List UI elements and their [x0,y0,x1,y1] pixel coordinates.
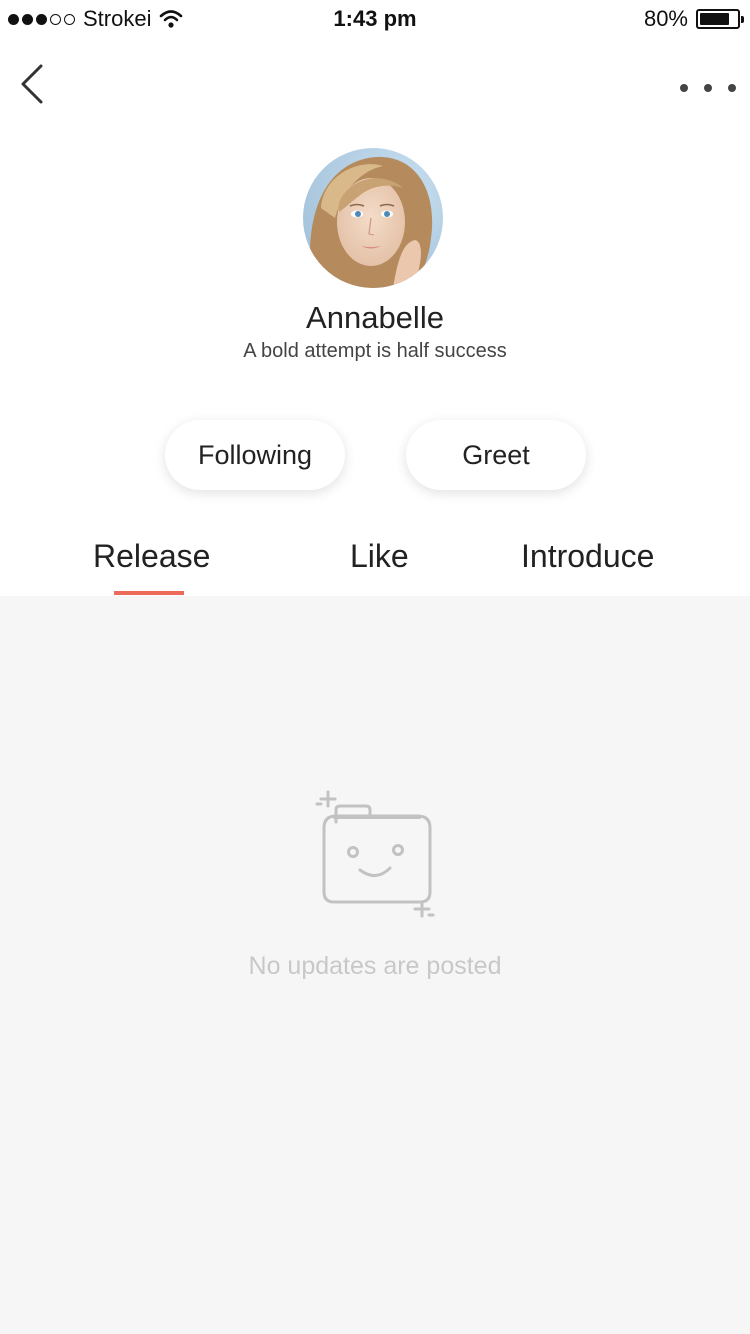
more-dot [680,84,688,92]
more-dot [728,84,736,92]
tab-release[interactable]: Release [93,538,210,575]
greet-button[interactable]: Greet [406,420,586,490]
battery-fill [700,13,729,25]
battery-icon [696,9,744,29]
avatar-image [303,148,443,288]
profile-bio: A bold attempt is half success [243,340,507,362]
status-right: 80% [643,6,744,32]
avatar[interactable] [303,148,443,288]
back-button[interactable] [14,60,54,110]
status-time: 1:43 pm [333,6,417,31]
active-tab-indicator [114,591,184,595]
following-button[interactable]: Following [165,420,345,490]
release-content: No updates are posted [0,596,750,1334]
tab-like[interactable]: Like [350,538,409,575]
chevron-left-icon [21,64,43,104]
battery-percent: 80% [643,6,688,31]
profile-name: Annabelle [306,300,444,335]
status-bar: Strokei 1:43 pm 80% [0,0,750,40]
empty-state-message: No updates are posted [248,952,502,980]
smiling-folder-icon [315,790,435,918]
more-options-button[interactable] [680,70,736,106]
more-dot [704,84,712,92]
profile-tabs: Release Like Introduce [0,530,750,596]
tab-introduce[interactable]: Introduce [521,538,654,575]
